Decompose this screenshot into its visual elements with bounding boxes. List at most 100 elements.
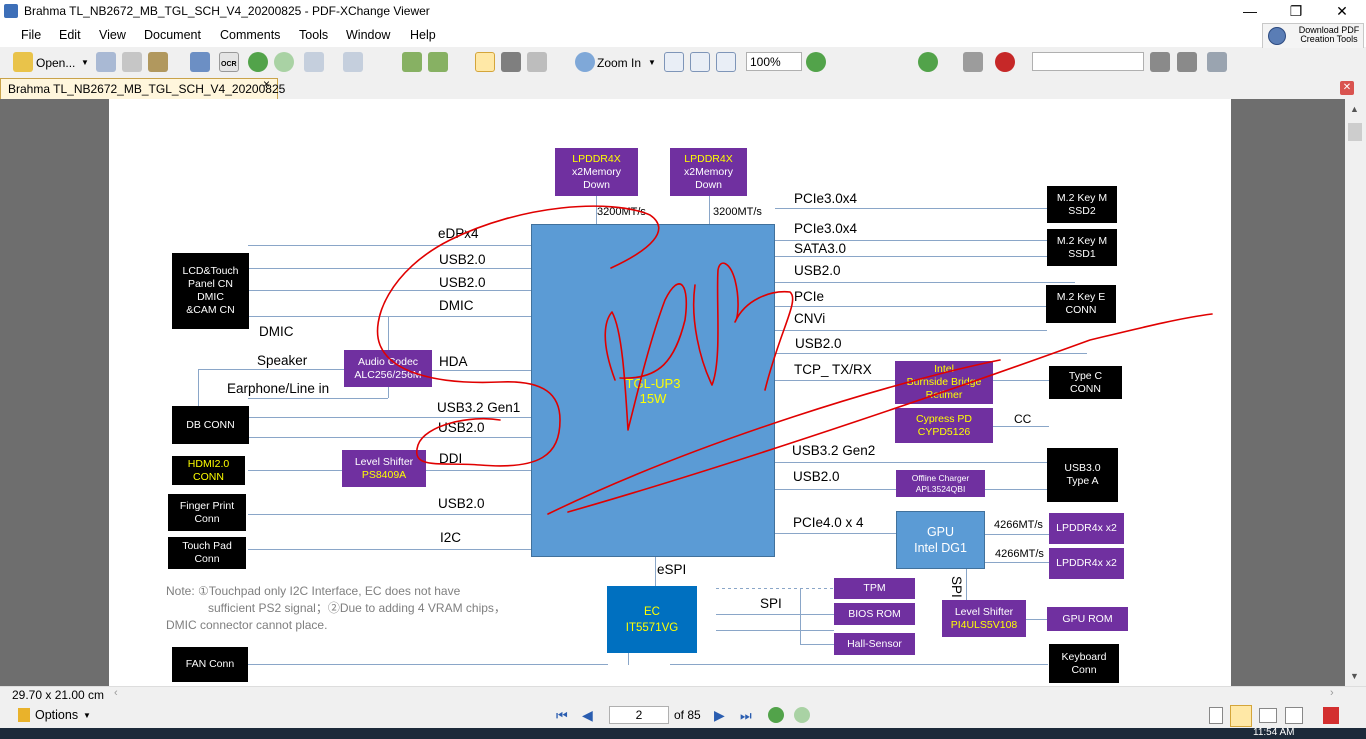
scan-icon[interactable] — [190, 52, 210, 72]
options-button[interactable]: Options — [35, 708, 78, 722]
connector — [966, 569, 967, 600]
ls-line2: PS8409A — [361, 468, 407, 481]
select-tool-icon[interactable] — [527, 52, 547, 72]
close-document-icon[interactable]: ✕ — [1340, 81, 1354, 95]
tab-close-icon[interactable]: × — [263, 77, 270, 91]
keyboard-line1: Keyboard — [1061, 650, 1107, 663]
open-folder-icon[interactable] — [13, 52, 33, 72]
menu-edit[interactable]: Edit — [59, 28, 81, 42]
signal-usb: USB2.0 — [438, 496, 485, 511]
undo-icon[interactable] — [304, 52, 324, 72]
connector — [248, 470, 342, 471]
menu-window[interactable]: Window — [346, 28, 390, 42]
keyboard-line2: Conn — [1071, 663, 1097, 676]
scroll-up-icon[interactable]: ▲ — [1350, 104, 1359, 114]
download-line2: Creation Tools — [1300, 34, 1358, 44]
signal-cnvi: CNVi — [794, 311, 826, 326]
menu-view[interactable]: View — [99, 28, 126, 42]
continuous-view-icon[interactable] — [1230, 705, 1252, 727]
back-arrow-icon[interactable] — [248, 52, 268, 72]
options-dropdown-icon[interactable]: ▼ — [83, 711, 91, 720]
spell-check-icon[interactable] — [995, 52, 1015, 72]
hdmi-block: HDMI2.0 CONN — [172, 456, 245, 485]
next-page-icon[interactable]: ▶ — [714, 707, 725, 724]
fit-width-icon[interactable] — [716, 52, 736, 72]
menu-document[interactable]: Document — [144, 28, 201, 42]
scroll-down-icon[interactable]: ▼ — [1350, 671, 1359, 681]
single-page-view-icon[interactable] — [1209, 707, 1223, 724]
print-icon[interactable] — [122, 52, 142, 72]
zoom-in-label[interactable]: Zoom In — [597, 56, 641, 70]
document-tab[interactable]: Brahma TL_NB2672_MB_TGL_SCH_V4_20200825 … — [0, 77, 285, 99]
retimer-block: Intel Burnside Bridge Retimer — [895, 361, 993, 404]
usb30-type-a-block: USB3.0 Type A — [1047, 448, 1118, 502]
fit-page-icon[interactable] — [690, 52, 710, 72]
mem2-line2: x2Memory — [683, 165, 733, 178]
signal-usb: USB2.0 — [795, 336, 842, 351]
menu-bar: File Edit View Document Comments Tools W… — [0, 23, 1366, 47]
first-page-icon[interactable]: ⏮ — [556, 708, 568, 724]
search-input[interactable] — [1032, 52, 1144, 71]
typec-line1: Type C — [1068, 369, 1103, 382]
ocr-icon[interactable]: OCR — [219, 52, 239, 72]
connector — [709, 196, 710, 224]
connector — [716, 614, 834, 615]
menu-tools[interactable]: Tools — [299, 28, 328, 42]
connector — [655, 557, 656, 586]
zoom-plus-icon[interactable] — [918, 52, 938, 72]
touchpad-block: Touch Pad Conn — [168, 537, 246, 569]
prev-page-icon[interactable]: ◀ — [582, 707, 593, 724]
forward-arrow-icon[interactable] — [274, 52, 294, 72]
continuous-facing-icon[interactable] — [1285, 707, 1303, 724]
connector — [993, 380, 1049, 381]
vertical-scrollbar[interactable]: ▲ ▼ — [1345, 99, 1366, 686]
save-icon[interactable] — [96, 52, 116, 72]
finger-line2: Conn — [194, 512, 220, 525]
snapshot-icon[interactable] — [501, 52, 521, 72]
rotate-left-icon[interactable] — [402, 52, 422, 72]
connector — [993, 426, 1049, 427]
connector — [198, 369, 199, 406]
history-forward-icon[interactable] — [794, 707, 810, 723]
open-dropdown-icon[interactable]: ▼ — [81, 58, 89, 67]
facing-view-icon[interactable] — [1259, 708, 1277, 723]
minimize-button[interactable]: — — [1227, 0, 1273, 23]
audio-line1: Audio Codec — [357, 355, 419, 368]
close-button[interactable]: ✕ — [1319, 0, 1365, 23]
actual-size-icon[interactable] — [664, 52, 684, 72]
open-button-label[interactable]: Open... — [36, 56, 75, 70]
hand-tool-icon[interactable] — [475, 52, 495, 72]
menu-help[interactable]: Help — [410, 28, 436, 42]
menu-file[interactable]: File — [21, 28, 41, 42]
menu-comments[interactable]: Comments — [220, 28, 280, 42]
rotate-right-icon[interactable] — [428, 52, 448, 72]
restore-button[interactable]: ❐ — [1273, 0, 1319, 23]
scroll-left-icon[interactable]: ‹ — [114, 687, 118, 699]
page-total-label: of 85 — [674, 708, 701, 722]
page-number-input[interactable]: 2 — [609, 706, 669, 724]
connector — [775, 282, 1075, 283]
find-next-icon[interactable] — [1177, 52, 1197, 72]
last-page-icon[interactable]: ⏭ — [740, 708, 752, 724]
package-icon[interactable] — [148, 52, 168, 72]
signal-tcp: TCP_ TX/RX — [794, 362, 872, 377]
download-creation-tools-button[interactable]: Download PDF Creation Tools — [1262, 23, 1364, 49]
settings-icon[interactable] — [1207, 52, 1227, 72]
lcd-line3: DMIC — [197, 291, 224, 303]
pdf-icon[interactable] — [1323, 707, 1339, 724]
zoom-level-select[interactable]: 100% — [746, 52, 802, 71]
connector — [985, 562, 1049, 563]
signal-speaker: Speaker — [257, 353, 308, 368]
glasses-icon[interactable] — [963, 52, 983, 72]
signal-usb: USB2.0 — [793, 469, 840, 484]
zoom-in-icon[interactable] — [575, 52, 595, 72]
connector — [248, 664, 608, 665]
find-icon[interactable] — [1150, 52, 1170, 72]
scroll-right-icon[interactable]: › — [1330, 687, 1334, 699]
zoom-in-dropdown-icon[interactable]: ▼ — [648, 58, 656, 67]
history-back-icon[interactable] — [768, 707, 784, 723]
redo-icon[interactable] — [343, 52, 363, 72]
zoom-out-icon[interactable] — [806, 52, 826, 72]
scroll-thumb[interactable] — [1348, 123, 1362, 141]
charger-line1: Offline Charger — [911, 472, 970, 483]
